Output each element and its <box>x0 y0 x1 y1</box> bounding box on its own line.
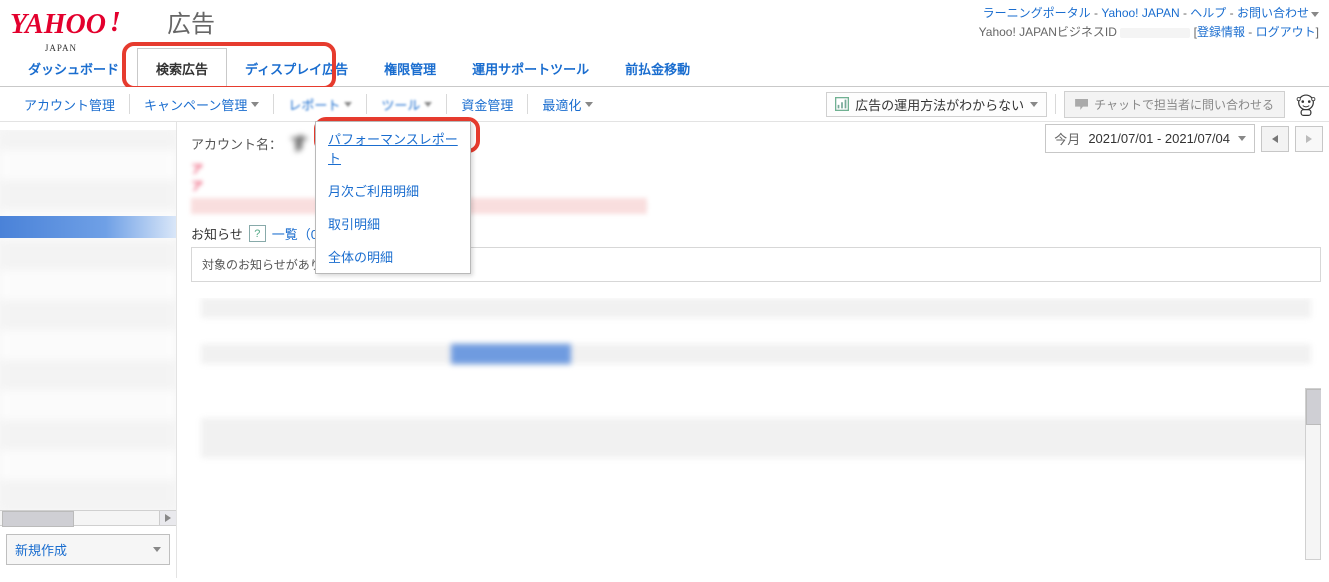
help-icon[interactable]: ? <box>249 225 266 242</box>
date-period-label: 今月 <box>1054 129 1080 148</box>
new-create-label: 新規作成 <box>15 540 67 559</box>
chevron-down-icon <box>424 102 432 107</box>
blurred-row-highlight <box>451 344 571 364</box>
tab-permissions[interactable]: 権限管理 <box>366 49 454 86</box>
dropdown-item-transaction-statement[interactable]: 取引明細 <box>316 207 470 240</box>
link-yahoo-japan[interactable]: Yahoo! JAPAN <box>1101 6 1179 20</box>
chat-contact-button[interactable]: チャットで担当者に問い合わせる <box>1064 91 1285 118</box>
link-contact[interactable]: お問い合わせ <box>1237 6 1309 20</box>
content-area-blurred <box>191 298 1321 578</box>
robot-icon[interactable] <box>1293 91 1319 117</box>
scrollbar-arrow-right[interactable] <box>159 511 176 525</box>
new-create-button[interactable]: 新規作成 <box>6 534 170 565</box>
main-tabs: ダッシュボード 検索広告 ディスプレイ広告 権限管理 運用サポートツール 前払金… <box>0 48 1329 87</box>
tab-search-ads[interactable]: 検索広告 <box>137 48 227 87</box>
blurred-row <box>201 418 1311 458</box>
sidebar-horizontal-scrollbar[interactable] <box>0 510 176 526</box>
header-right: ラーニングポータル - Yahoo! JAPAN - ヘルプ - お問い合わせ … <box>979 4 1319 42</box>
logo[interactable]: YAHOO! JAPAN 広告 <box>10 4 215 39</box>
link-logout[interactable]: ログアウト <box>1256 25 1316 39</box>
subnav-report-label: レポート <box>288 95 340 114</box>
subnav-optimize-label: 最適化 <box>542 95 581 114</box>
chevron-down-icon <box>585 102 593 107</box>
date-range-value: 2021/07/01 - 2021/07/04 <box>1088 131 1230 146</box>
content-vertical-scrollbar[interactable] <box>1305 388 1321 560</box>
alert-link-2: ア <box>191 179 203 193</box>
link-learning-portal[interactable]: ラーニングポータル <box>983 6 1091 20</box>
chat-contact-label: チャットで担当者に問い合わせる <box>1094 96 1274 113</box>
date-range-picker[interactable]: 今月 2021/07/01 - 2021/07/04 <box>1045 124 1255 153</box>
subnav-optimize[interactable]: 最適化 <box>528 87 607 121</box>
blurred-row <box>201 298 1311 318</box>
tab-prepaid-transfer[interactable]: 前払金移動 <box>607 49 708 86</box>
sidebar-tree-blurred <box>0 130 176 510</box>
date-next-button[interactable] <box>1295 126 1323 152</box>
report-dropdown: パフォーマンスレポート 月次ご利用明細 取引明細 全体の明細 <box>315 121 471 274</box>
sidebar: 新規作成 <box>0 122 177 578</box>
blurred-row <box>201 344 1311 364</box>
link-registration-info[interactable]: 登録情報 <box>1197 25 1245 39</box>
subnav-tool[interactable]: ツール <box>367 87 446 121</box>
header: YAHOO! JAPAN 広告 ラーニングポータル - Yahoo! JAPAN… <box>0 0 1329 42</box>
subnav-tool-label: ツール <box>381 95 420 114</box>
divider <box>1055 94 1056 114</box>
chevron-down-icon <box>153 547 161 552</box>
help-ads-operation-label: 広告の運用方法がわからない <box>855 95 1024 114</box>
logo-exclaim: ! <box>110 7 121 39</box>
chevron-down-icon <box>1030 102 1038 107</box>
triangle-right-icon <box>165 514 171 522</box>
dropdown-item-performance-report[interactable]: パフォーマンスレポート <box>316 122 470 174</box>
triangle-right-icon <box>1306 135 1312 143</box>
subnav-report[interactable]: レポート <box>274 87 366 121</box>
sidebar-selected-row-blurred <box>0 216 176 238</box>
help-ads-operation[interactable]: 広告の運用方法がわからない <box>826 92 1047 117</box>
tab-ops-support-tool[interactable]: 運用サポートツール <box>454 49 607 86</box>
subnav-account-management-label: アカウント管理 <box>24 95 115 114</box>
triangle-left-icon <box>1272 135 1278 143</box>
scrollbar-thumb[interactable] <box>1306 389 1321 425</box>
subnav-fund-management-label: 資金管理 <box>461 95 513 114</box>
subnav-campaign-management[interactable]: キャンペーン管理 <box>130 87 273 121</box>
chat-icon <box>1075 99 1088 110</box>
subnav-fund-management[interactable]: 資金管理 <box>447 87 527 121</box>
subnav-campaign-management-label: キャンペーン管理 <box>144 95 247 114</box>
dropdown-item-overall-statement[interactable]: 全体の明細 <box>316 240 470 273</box>
logo-suffix: 広告 <box>167 4 215 39</box>
chevron-down-icon <box>1238 136 1246 141</box>
dropdown-item-monthly-statement[interactable]: 月次ご利用明細 <box>316 174 470 207</box>
subnav-account-management[interactable]: アカウント管理 <box>10 87 129 121</box>
scrollbar-thumb[interactable] <box>2 511 74 527</box>
business-id-value-masked <box>1120 28 1190 38</box>
alert-link-1: ア <box>191 162 203 176</box>
notice-label: お知らせ <box>191 224 243 243</box>
date-prev-button[interactable] <box>1261 126 1289 152</box>
body: 新規作成 今月 2021/07/01 - 2021/07/04 アカウント名： … <box>0 122 1329 578</box>
account-name-label: アカウント名： <box>191 134 282 153</box>
link-help[interactable]: ヘルプ <box>1190 6 1226 20</box>
sub-nav: アカウント管理 キャンペーン管理 レポート ツール 資金管理 最適化 広告の運用… <box>0 87 1329 122</box>
account-name-value-masked: す <box>290 130 308 156</box>
tab-dashboard[interactable]: ダッシュボード <box>10 49 137 86</box>
chevron-down-icon <box>1311 12 1319 17</box>
tab-display-ads[interactable]: ディスプレイ広告 <box>227 49 366 86</box>
logo-text: YAHOO <box>10 11 106 39</box>
alert-banner-blurred <box>191 198 951 214</box>
business-id-label: Yahoo! JAPANビジネスID <box>979 25 1117 39</box>
chart-icon <box>835 97 849 111</box>
date-range-widget: 今月 2021/07/01 - 2021/07/04 <box>1045 124 1323 153</box>
chevron-down-icon <box>344 102 352 107</box>
chevron-down-icon <box>251 102 259 107</box>
